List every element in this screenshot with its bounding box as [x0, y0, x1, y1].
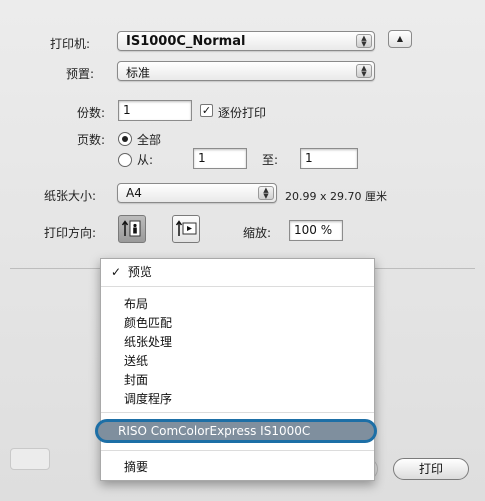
printer-label: 打印机:	[50, 37, 91, 51]
popup-arrows-icon: ▲ ▼	[356, 34, 372, 48]
menu-separator	[101, 450, 374, 451]
paper-dimensions: 20.99 x 29.70 厘米	[285, 190, 387, 203]
print-button[interactable]: 打印	[393, 458, 469, 480]
menu-item-riso-comcolorexpress[interactable]: RISO ComColorExpress IS1000C	[95, 419, 377, 443]
pages-all-label: 全部	[137, 133, 162, 147]
presets-popup[interactable]: 标准 ▲ ▼	[117, 61, 375, 81]
pages-from-radio[interactable]	[118, 153, 132, 167]
landscape-orientation-button[interactable]	[172, 215, 200, 243]
pages-to-label: 至:	[262, 153, 279, 167]
portrait-icon	[121, 220, 141, 237]
popup-arrows-icon: ▲ ▼	[258, 186, 274, 200]
pages-label: 页数:	[77, 133, 106, 147]
pdf-button-faded	[10, 448, 50, 470]
pages-from-label: 从:	[137, 153, 154, 167]
copies-field[interactable]: 1	[118, 100, 192, 121]
printer-value: IS1000C_Normal	[126, 34, 246, 49]
menu-item-cover-page[interactable]: 封面	[124, 371, 148, 388]
portrait-orientation-button[interactable]	[118, 215, 146, 243]
pages-from-field[interactable]: 1	[193, 148, 247, 169]
menu-item-riso-label: RISO ComColorExpress IS1000C	[118, 424, 311, 438]
menu-item-paper-feed[interactable]: 送纸	[124, 352, 148, 369]
pages-to-field[interactable]: 1	[300, 148, 358, 169]
collate-label: 逐份打印	[218, 106, 267, 120]
print-button-label: 打印	[418, 462, 443, 476]
paper-size-popup[interactable]: A4 ▲ ▼	[117, 183, 277, 203]
menu-item-paper-handling[interactable]: 纸张处理	[124, 333, 172, 350]
presets-value: 标准	[126, 66, 151, 80]
pages-all-radio[interactable]	[118, 132, 132, 146]
menu-item-preview[interactable]: ✓ 预览	[111, 263, 152, 280]
popup-arrows-icon: ▲ ▼	[356, 64, 372, 78]
collate-checkbox[interactable]: ✓	[200, 104, 213, 117]
landscape-icon	[175, 220, 197, 236]
copies-label: 份数:	[77, 106, 106, 120]
menu-item-layout[interactable]: 布局	[124, 295, 148, 312]
orientation-label: 打印方向:	[44, 226, 97, 240]
printer-popup[interactable]: IS1000C_Normal ▲ ▼	[117, 31, 375, 51]
checkmark-icon: ✓	[111, 265, 122, 279]
menu-item-summary[interactable]: 摘要	[124, 458, 148, 475]
menu-item-color-matching[interactable]: 颜色匹配	[124, 314, 172, 331]
menu-separator	[101, 412, 374, 413]
menu-separator	[101, 286, 374, 287]
scale-field[interactable]: 100 %	[289, 220, 343, 241]
panel-menu: ✓ 预览 布局 颜色匹配 纸张处理 送纸 封面 调度程序 RISO ComCol…	[95, 258, 377, 481]
disclosure-triangle-button[interactable]: ▲	[388, 30, 412, 48]
paper-size-label: 纸张大小:	[44, 189, 97, 203]
menu-item-scheduler[interactable]: 调度程序	[124, 390, 172, 407]
paper-size-value: A4	[126, 186, 142, 200]
scale-label: 缩放:	[243, 226, 272, 240]
presets-label: 预置:	[66, 67, 95, 81]
